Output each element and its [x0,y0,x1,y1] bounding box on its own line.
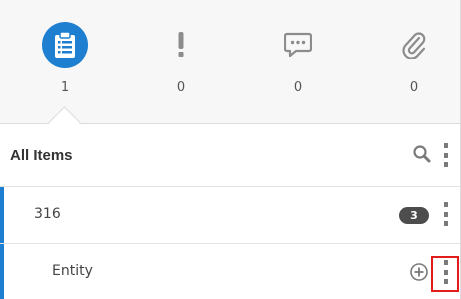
list-item[interactable]: Entity [0,244,460,299]
kebab-dot [444,162,448,167]
item-list: All Items 316 3 Entity [0,124,460,299]
tab-count: 0 [293,80,303,95]
search-icon[interactable] [412,144,432,164]
list-item-label: Entity [52,263,93,279]
tab-count: 0 [176,80,186,95]
tab-count: 0 [409,80,419,95]
list-item[interactable]: 316 3 [0,187,460,244]
kebab-dot [444,152,448,158]
tab-comments[interactable]: 0 [258,14,338,100]
kebab-dot [444,269,448,275]
count-badge: 3 [399,207,429,224]
tab-bar: 1 0 0 0 [0,0,460,139]
kebab-dot [444,211,448,217]
items-panel: 1 0 0 0 All Items 316 3 Entity [0,0,461,299]
chat-bubble-icon [275,22,321,68]
page-title: All Items [10,147,73,164]
kebab-dot [444,221,448,226]
kebab-dot [444,143,448,148]
paperclip-icon [391,22,437,68]
header-more-menu-button[interactable] [440,142,452,168]
kebab-dot [444,260,448,265]
entity-more-menu-button[interactable] [440,259,452,285]
kebab-dot [444,279,448,284]
list-item-label: 316 [34,206,61,222]
add-circle-icon[interactable] [409,262,429,282]
clipboard-list-icon [42,22,88,68]
item-more-menu-button[interactable] [440,201,452,227]
tab-attachments[interactable]: 0 [374,14,454,100]
exclamation-icon [158,22,204,68]
tab-count: 1 [60,80,70,95]
kebab-dot [444,202,448,207]
tab-alerts[interactable]: 0 [141,14,221,100]
tab-checklist[interactable]: 1 [25,14,105,100]
